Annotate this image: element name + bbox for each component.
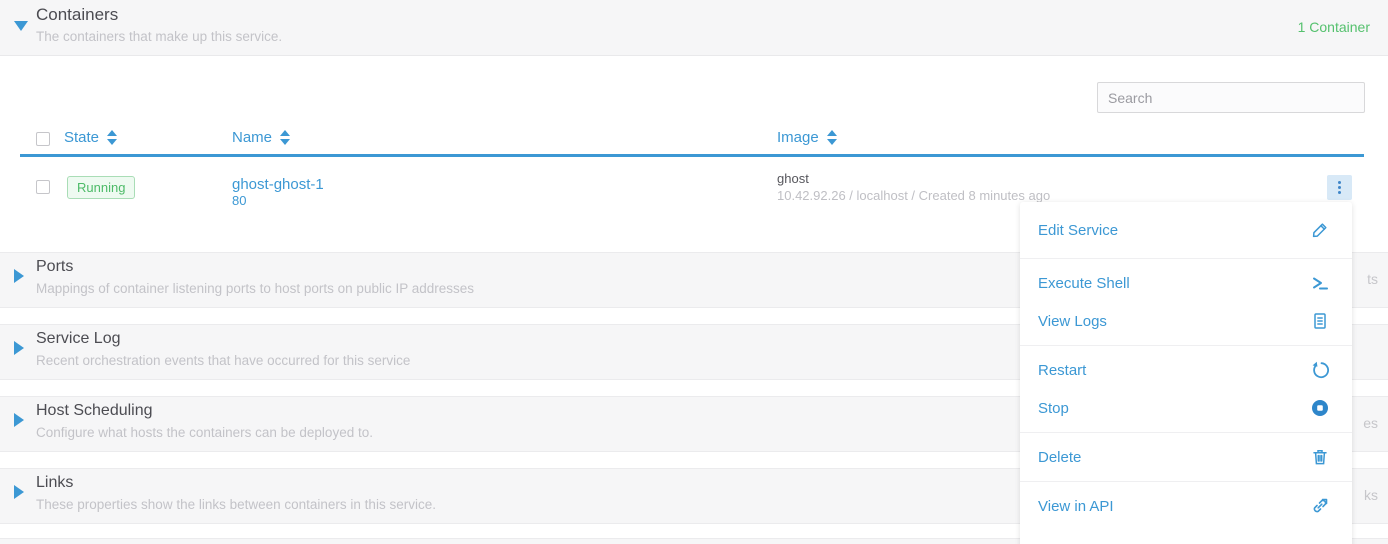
container-name-link[interactable]: ghost-ghost-1 <box>232 176 324 193</box>
menu-item-label: Stop <box>1038 400 1069 417</box>
containers-panel-page: Containers The containers that make up t… <box>0 0 1388 544</box>
sort-icon <box>827 130 837 145</box>
menu-item-label: View in API <box>1038 498 1114 515</box>
expand-triangle-icon[interactable] <box>14 341 24 355</box>
file-text-icon <box>1310 311 1330 331</box>
menu-item-edit-service[interactable]: Edit Service <box>1020 207 1352 253</box>
containers-section-header[interactable]: Containers The containers that make up t… <box>0 0 1388 56</box>
kebab-dot <box>1338 181 1341 184</box>
menu-item-delete[interactable]: Delete <box>1020 438 1352 476</box>
page-subtitle: The containers that make up this service… <box>36 29 282 44</box>
section-subtitle: Recent orchestration events that have oc… <box>36 353 410 368</box>
restart-arrow-icon <box>1310 360 1330 380</box>
search-input[interactable] <box>1097 82 1365 113</box>
menu-item-label: Execute Shell <box>1038 275 1130 292</box>
column-header-label: Image <box>777 129 819 146</box>
menu-item-stop[interactable]: Stop <box>1020 389 1352 427</box>
menu-item-view-logs[interactable]: View Logs <box>1020 302 1352 340</box>
menu-item-label: Restart <box>1038 362 1086 379</box>
pencil-icon <box>1310 220 1330 240</box>
stop-circle-icon <box>1310 398 1330 418</box>
column-header-image[interactable]: Image <box>777 129 837 146</box>
section-count-fragment: ts <box>1367 271 1378 287</box>
row-actions-context-menu: Edit Service Execute Shell View Logs <box>1020 202 1352 544</box>
section-subtitle: Mappings of container listening ports to… <box>36 281 474 296</box>
section-count-fragment: ks <box>1364 487 1378 503</box>
container-count-badge: 1 Container <box>1298 19 1370 35</box>
trash-icon <box>1310 447 1330 467</box>
collapse-triangle-icon[interactable] <box>14 21 28 31</box>
menu-item-label: Delete <box>1038 449 1081 466</box>
menu-item-restart[interactable]: Restart <box>1020 351 1352 389</box>
status-badge: Running <box>67 176 135 199</box>
menu-item-view-in-api[interactable]: View in API <box>1020 487 1352 525</box>
table-header-rule <box>20 154 1364 157</box>
section-subtitle: Configure what hosts the containers can … <box>36 425 373 440</box>
section-title: Links <box>36 474 73 492</box>
expand-triangle-icon[interactable] <box>14 485 24 499</box>
section-title: Host Scheduling <box>36 402 153 420</box>
page-title: Containers <box>36 5 118 25</box>
column-header-state[interactable]: State <box>64 129 117 146</box>
kebab-dot <box>1338 186 1341 189</box>
section-title: Ports <box>36 258 73 276</box>
kebab-dot <box>1338 191 1341 194</box>
row-checkbox[interactable] <box>36 180 50 194</box>
image-name: ghost <box>777 171 809 186</box>
menu-item-label: Edit Service <box>1038 222 1118 239</box>
external-api-icon <box>1310 496 1330 516</box>
section-count-fragment: es <box>1363 415 1378 431</box>
select-all-checkbox[interactable] <box>36 132 50 146</box>
row-actions-kebab-button[interactable] <box>1327 175 1352 200</box>
section-subtitle: These properties show the links between … <box>36 497 436 512</box>
section-title: Service Log <box>36 330 121 348</box>
column-header-name[interactable]: Name <box>232 129 290 146</box>
image-details: 10.42.92.26 / localhost / Created 8 minu… <box>777 188 1050 203</box>
shell-prompt-icon <box>1310 273 1330 293</box>
menu-item-execute-shell[interactable]: Execute Shell <box>1020 264 1352 302</box>
expand-triangle-icon[interactable] <box>14 413 24 427</box>
expand-triangle-icon[interactable] <box>14 269 24 283</box>
sort-icon <box>107 130 117 145</box>
column-header-label: Name <box>232 129 272 146</box>
sort-icon <box>280 130 290 145</box>
menu-item-label: View Logs <box>1038 313 1107 330</box>
column-header-label: State <box>64 129 99 146</box>
container-port: 80 <box>232 193 246 208</box>
